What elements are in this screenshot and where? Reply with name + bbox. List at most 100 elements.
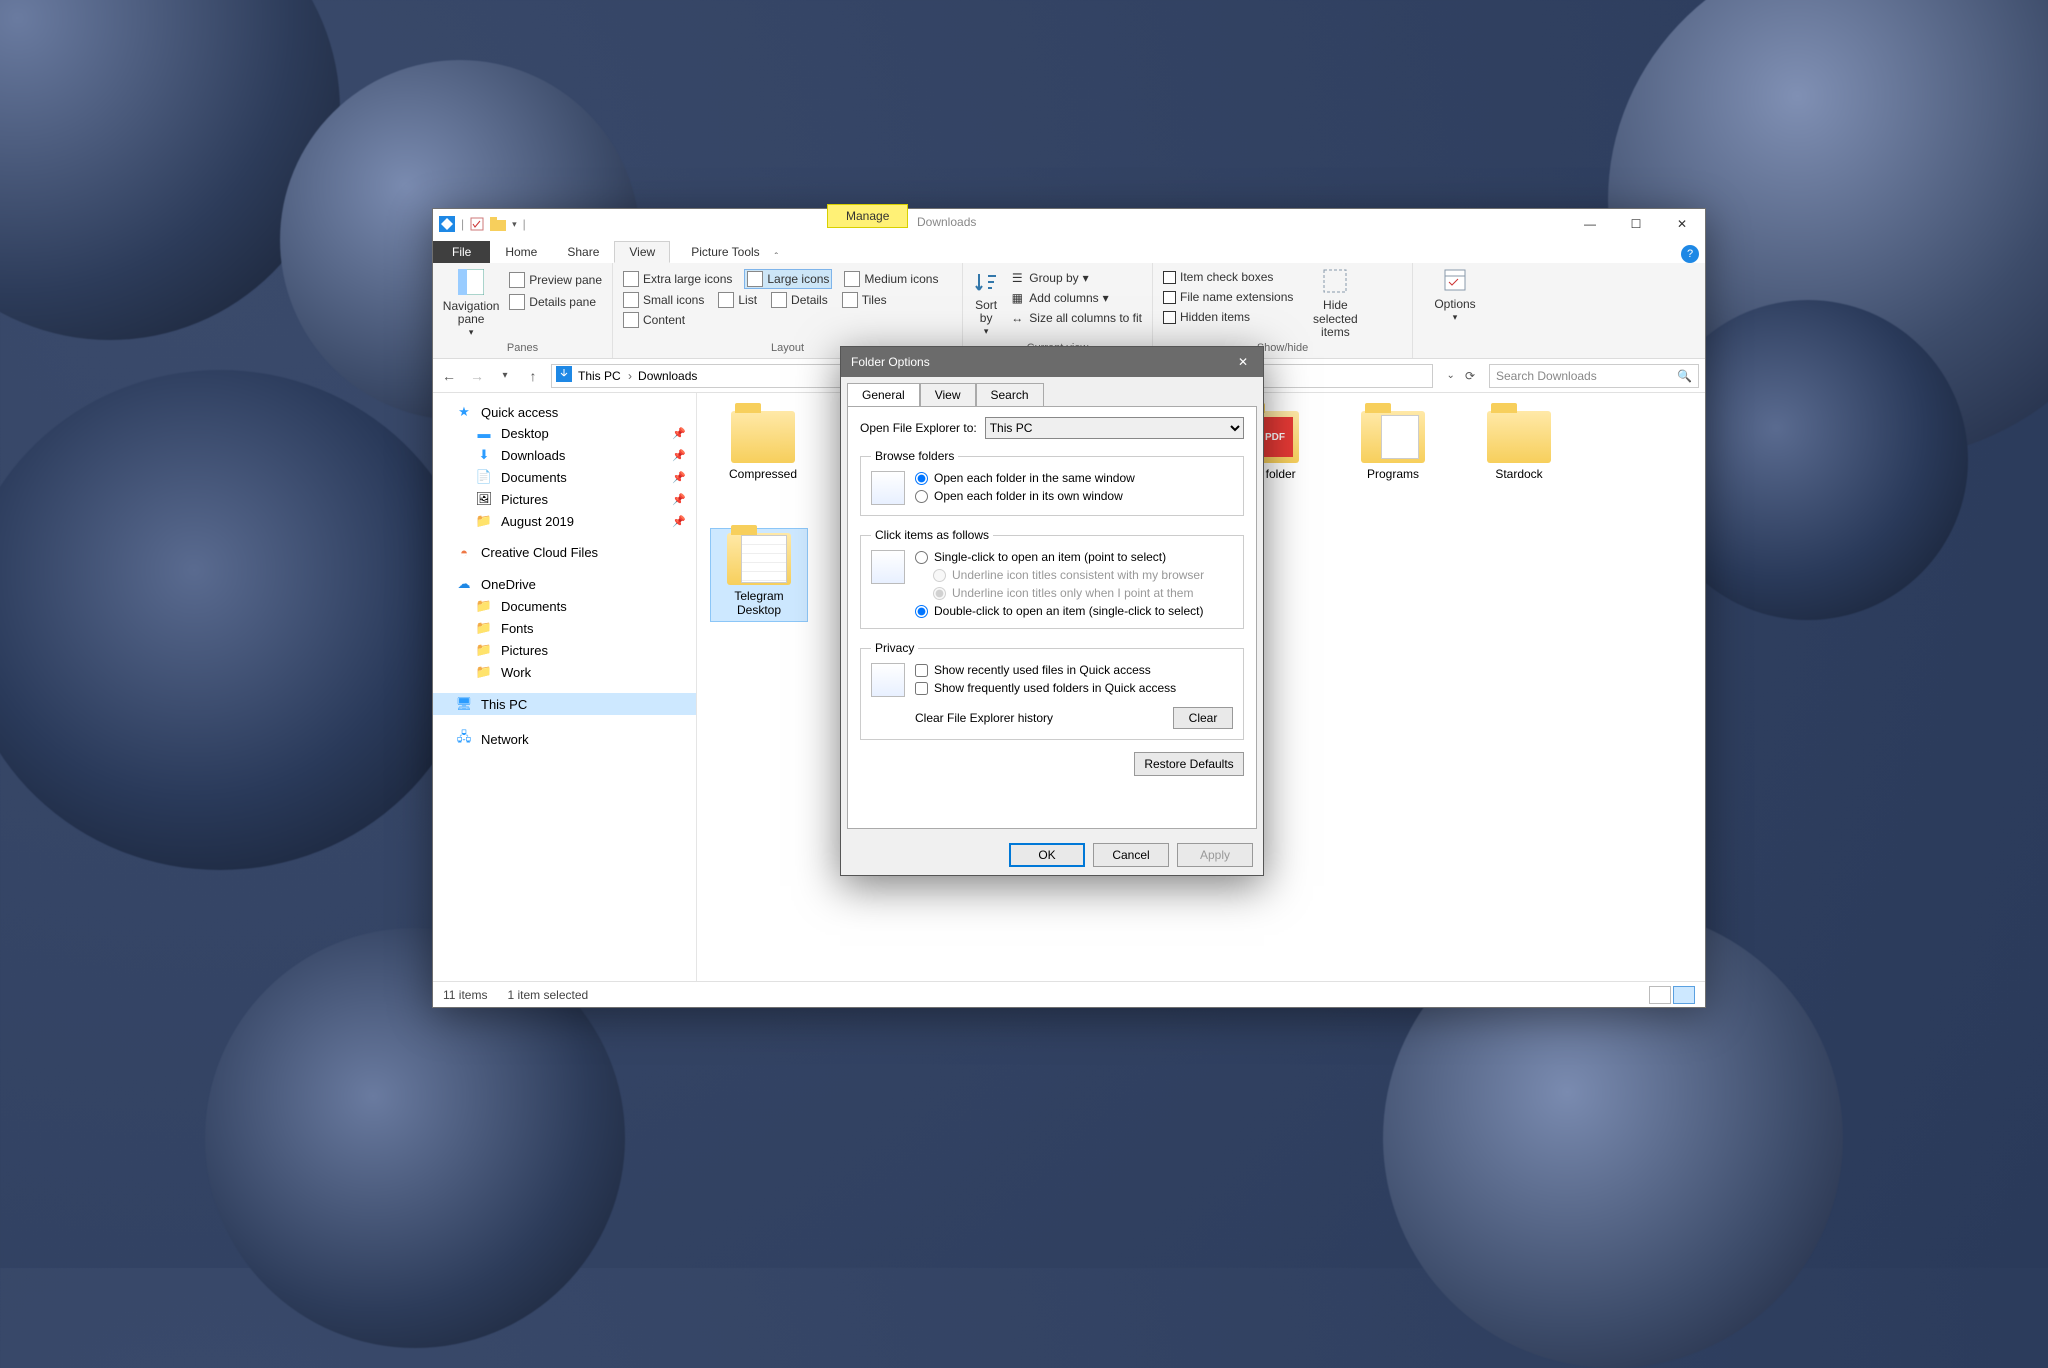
dialog-titlebar: Folder Options ✕ [841,347,1263,377]
search-input[interactable]: Search Downloads 🔍 [1489,364,1699,388]
pictures-icon: 🖼 [475,491,493,507]
add-columns-button[interactable]: ▦Add columns ▾ [1007,289,1144,307]
status-bar: 11 items 1 item selected [433,981,1705,1007]
nav-pictures[interactable]: 🖼Pictures📌 [433,488,696,510]
nav-documents[interactable]: 📄Documents📌 [433,466,696,488]
tab-view[interactable]: View [614,241,670,263]
ok-button[interactable]: OK [1009,843,1085,867]
dialog-tab-search[interactable]: Search [976,383,1044,407]
xl-icons-icon [623,271,639,287]
sort-by-button[interactable]: Sort by▾ [971,267,1001,340]
refresh-icon[interactable]: ⟳ [1465,369,1475,383]
tab-share[interactable]: Share [552,241,614,263]
close-button[interactable]: ✕ [1659,209,1705,239]
nav-desktop[interactable]: ▬Desktop📌 [433,423,696,444]
navigation-pane-button[interactable]: Navigation pane ▾ [441,267,501,340]
downloads-folder-icon [556,366,572,385]
tab-home[interactable]: Home [490,241,552,263]
check-frequent-folders[interactable]: Show frequently used folders in Quick ac… [915,681,1233,695]
radio-double-click[interactable]: Double-click to open an item (single-cli… [915,604,1204,618]
folder-stardock[interactable]: Stardock [1471,411,1567,481]
content-icon [623,312,639,328]
nav-recent-button[interactable]: ▾ [495,370,515,381]
nav-forward-button[interactable]: → [467,368,487,384]
layout-medium[interactable]: Medium icons [842,269,940,289]
nav-onedrive[interactable]: ☁OneDrive [433,573,696,595]
hide-selected-button[interactable]: Hide selected items [1301,267,1369,340]
tab-file[interactable]: File [433,241,490,263]
hidden-items-toggle[interactable]: Hidden items [1161,309,1295,325]
help-icon[interactable]: ? [1681,245,1699,263]
nav-od-fonts[interactable]: 📁Fonts [433,617,696,639]
nav-od-documents[interactable]: 📁Documents [433,595,696,617]
maximize-button[interactable]: ☐ [1613,209,1659,239]
cancel-button[interactable]: Cancel [1093,843,1169,867]
group-by-button[interactable]: ☰Group by ▾ [1007,269,1144,287]
layout-extra-large[interactable]: Extra large icons [621,269,734,289]
folder-compressed[interactable]: Compressed [715,411,811,481]
group-by-icon: ☰ [1009,270,1025,286]
manage-tab[interactable]: Manage [827,204,908,228]
layout-list[interactable]: List [716,291,759,309]
dialog-close-button[interactable]: ✕ [1223,347,1263,377]
qat-properties-icon[interactable] [470,217,484,231]
list-icon [718,292,734,308]
size-columns-button[interactable]: ↔Size all columns to fit [1007,309,1144,327]
nav-od-pictures[interactable]: 📁Pictures [433,639,696,661]
restore-defaults-button[interactable]: Restore Defaults [1134,752,1244,776]
view-details-button[interactable] [1649,986,1671,1004]
radio-own-window[interactable]: Open each folder in its own window [915,489,1135,503]
dialog-title: Folder Options [851,355,930,369]
nav-network[interactable]: 🖧Network [433,725,696,753]
layout-details[interactable]: Details [769,291,830,309]
folder-icon: 📁 [475,513,493,529]
pin-icon: 📌 [672,427,686,440]
open-to-select[interactable]: This PC [985,417,1244,439]
browse-folders-group: Browse folders Open each folder in the s… [860,449,1244,516]
ribbon-collapse-icon[interactable]: ˆ [775,252,778,263]
details-pane-button[interactable]: Details pane [507,293,604,311]
address-dropdown-icon[interactable]: ⌄ [1447,370,1455,381]
radio-single-click[interactable]: Single-click to open an item (point to s… [915,550,1204,564]
nav-august-2019[interactable]: 📁August 2019📌 [433,510,696,532]
nav-back-button[interactable]: ← [439,368,459,384]
layout-tiles[interactable]: Tiles [840,291,889,309]
nav-downloads[interactable]: ⬇Downloads📌 [433,444,696,466]
nav-quick-access[interactable]: ★Quick access [433,401,696,423]
item-check-boxes-toggle[interactable]: Item check boxes [1161,269,1295,285]
minimize-button[interactable]: ― [1567,209,1613,239]
layout-content[interactable]: Content [621,311,687,329]
crumb-this-pc[interactable]: This PC [578,369,632,383]
crumb-downloads[interactable]: Downloads [638,369,697,383]
layout-small[interactable]: Small icons [621,291,706,309]
nav-creative-cloud[interactable]: ◓Creative Cloud Files [433,542,696,563]
qat-folder-icon[interactable] [490,217,506,231]
layout-large[interactable]: Large icons [744,269,832,289]
folder-telegram-desktop[interactable]: Telegram Desktop [711,529,807,621]
tiles-icon [842,292,858,308]
check-recent-files[interactable]: Show recently used files in Quick access [915,663,1233,677]
preview-pane-icon [509,272,525,288]
apply-button[interactable]: Apply [1177,843,1253,867]
pin-icon: 📌 [672,471,686,484]
clear-button[interactable]: Clear [1173,707,1233,729]
radio-underline-point: Underline icon titles only when I point … [933,586,1204,600]
navigation-pane: ★Quick access ▬Desktop📌 ⬇Downloads📌 📄Doc… [433,393,697,981]
nav-up-button[interactable]: ↑ [523,368,543,384]
sort-by-icon [974,270,998,297]
folder-sync-icon: 📁 [475,642,493,658]
nav-od-work[interactable]: 📁Work [433,661,696,683]
options-button[interactable]: Options▾ [1421,267,1489,323]
view-large-icons-button[interactable] [1673,986,1695,1004]
radio-same-window[interactable]: Open each folder in the same window [915,471,1135,485]
tab-picture-tools[interactable]: Picture Tools [676,241,774,263]
dialog-tab-general[interactable]: General [847,383,920,407]
file-extensions-toggle[interactable]: File name extensions [1161,289,1295,305]
file-label: Compressed [729,467,797,481]
folder-programs[interactable]: Programs [1345,411,1441,481]
preview-pane-button[interactable]: Preview pane [507,271,604,289]
dialog-tab-view[interactable]: View [920,383,976,407]
nav-this-pc[interactable]: 🖥This PC [433,693,696,715]
folder-options-dialog: Folder Options ✕ General View Search Ope… [840,346,1264,876]
browse-folders-legend: Browse folders [871,449,958,463]
